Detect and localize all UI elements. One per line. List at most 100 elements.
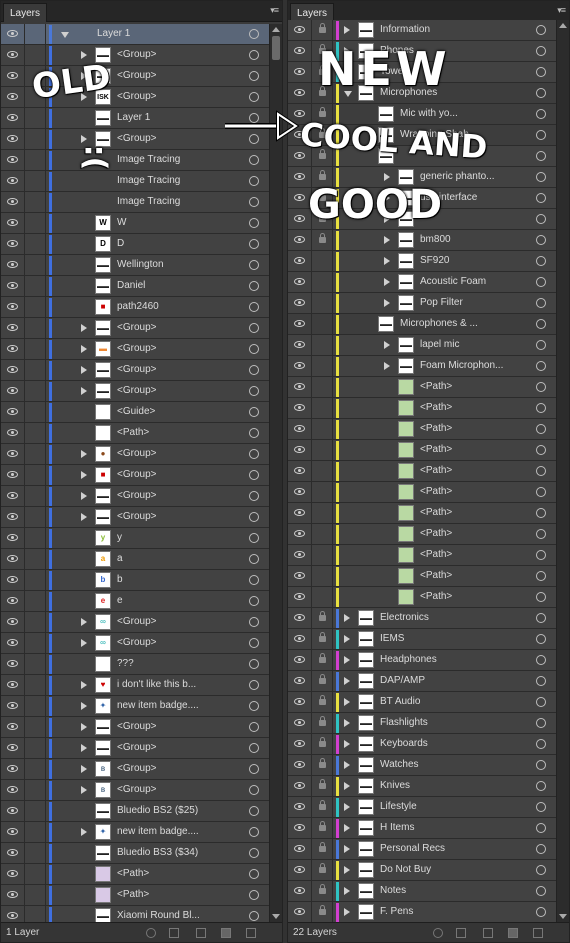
expand-arrow-icon[interactable]	[384, 173, 390, 181]
layer-row[interactable]: ▬▬ Do Not Buy	[288, 860, 556, 881]
target-circle-icon[interactable]	[249, 302, 259, 312]
layer-row[interactable]: ▬▬ Phones	[288, 41, 556, 62]
layer-name[interactable]: Bluedio BS3 ($34)	[117, 843, 198, 863]
expand-arrow-icon[interactable]	[344, 719, 350, 727]
layer-row[interactable]: ▬▬ <Group>	[1, 738, 269, 759]
layer-name[interactable]: BT Audio	[380, 692, 420, 712]
layer-name[interactable]: new item badge....	[117, 696, 199, 716]
layer-name[interactable]: Daniel	[117, 276, 145, 296]
scroll-down-icon[interactable]	[272, 914, 280, 919]
target-circle-icon[interactable]	[249, 428, 259, 438]
layer-row[interactable]: ▬▬ <Group>	[1, 45, 269, 66]
layer-row[interactable]: ▬▬ <Group>	[1, 381, 269, 402]
lock-toggle[interactable]	[312, 293, 333, 313]
target-circle-icon[interactable]	[249, 218, 259, 228]
target-circle-icon[interactable]	[249, 407, 259, 417]
layer-row[interactable]: ▬▬ SF920	[288, 251, 556, 272]
layer-name[interactable]: <Guide>	[117, 402, 155, 422]
visibility-toggle[interactable]	[288, 671, 312, 691]
lock-toggle[interactable]	[312, 755, 333, 775]
layer-name[interactable]: Image Tracing	[117, 192, 180, 212]
target-circle-icon[interactable]	[536, 319, 546, 329]
expand-arrow-icon[interactable]	[344, 47, 350, 55]
target-circle-icon[interactable]	[249, 29, 259, 39]
expand-arrow-icon[interactable]	[81, 135, 87, 143]
target-circle-icon[interactable]	[249, 554, 259, 564]
target-circle-icon[interactable]	[536, 340, 546, 350]
expand-arrow-icon[interactable]	[81, 387, 87, 395]
layer-name[interactable]: <Group>	[117, 717, 156, 737]
layer-name[interactable]: <Group>	[117, 318, 156, 338]
layer-row[interactable]: ▬▬ <Group>	[1, 507, 269, 528]
layer-name[interactable]: <Group>	[117, 444, 156, 464]
target-circle-icon[interactable]	[536, 46, 546, 56]
layer-row[interactable]: ▬▬ Mic with yo...	[288, 104, 556, 125]
locate-object-icon[interactable]	[433, 928, 443, 938]
visibility-toggle[interactable]	[288, 356, 312, 376]
visibility-toggle[interactable]	[1, 423, 25, 443]
visibility-toggle[interactable]	[1, 192, 25, 212]
target-circle-icon[interactable]	[249, 71, 259, 81]
target-circle-icon[interactable]	[249, 449, 259, 459]
expand-arrow-icon[interactable]	[81, 51, 87, 59]
target-circle-icon[interactable]	[249, 323, 259, 333]
lock-toggle[interactable]	[25, 297, 46, 317]
layer-name[interactable]: Microphones & ...	[400, 314, 478, 334]
layer-row[interactable]: <Path>	[288, 587, 556, 608]
layer-name[interactable]: Bluedio BS2 ($25)	[117, 801, 198, 821]
layer-row[interactable]: ▬▬ <Group>	[1, 717, 269, 738]
visibility-toggle[interactable]	[1, 612, 25, 632]
layer-name[interactable]: <Path>	[420, 524, 452, 544]
target-circle-icon[interactable]	[249, 365, 259, 375]
new-sublayer-icon[interactable]	[196, 928, 206, 938]
visibility-toggle[interactable]	[1, 843, 25, 863]
locate-object-icon[interactable]	[146, 928, 156, 938]
clipping-mask-icon[interactable]	[169, 928, 179, 938]
layer-row[interactable]: ▬▬ Keyboards	[288, 734, 556, 755]
expand-arrow-icon[interactable]	[344, 845, 350, 853]
layer-row[interactable]: ▬▬ Microphones	[288, 83, 556, 104]
visibility-toggle[interactable]	[288, 566, 312, 586]
layer-name[interactable]: Wrapping Shab...	[400, 125, 477, 145]
layer-name[interactable]: <Path>	[420, 587, 452, 607]
lock-toggle[interactable]	[25, 906, 46, 922]
visibility-toggle[interactable]	[1, 213, 25, 233]
layer-name[interactable]: Knives	[380, 776, 410, 796]
visibility-toggle[interactable]	[288, 482, 312, 502]
layer-row[interactable]: ▬▬ Flashlights	[288, 713, 556, 734]
visibility-toggle[interactable]	[288, 83, 312, 103]
target-circle-icon[interactable]	[536, 424, 546, 434]
layer-name[interactable]: Tower	[380, 62, 407, 82]
lock-toggle[interactable]	[25, 24, 46, 44]
layer-name[interactable]: <Group>	[117, 381, 156, 401]
target-circle-icon[interactable]	[536, 550, 546, 560]
left-scrollbar[interactable]	[269, 24, 282, 922]
visibility-toggle[interactable]	[1, 339, 25, 359]
layer-name[interactable]: H Items	[380, 818, 414, 838]
lock-toggle[interactable]	[25, 885, 46, 905]
target-circle-icon[interactable]	[249, 890, 259, 900]
lock-toggle[interactable]	[312, 314, 333, 334]
expand-arrow-icon[interactable]	[384, 236, 390, 244]
expand-arrow-icon[interactable]	[81, 618, 87, 626]
visibility-toggle[interactable]	[288, 608, 312, 628]
visibility-toggle[interactable]	[1, 87, 25, 107]
target-circle-icon[interactable]	[536, 88, 546, 98]
expand-arrow-icon[interactable]	[81, 366, 87, 374]
layer-row[interactable]: DD	[1, 234, 269, 255]
layer-name[interactable]: Image Tracing	[117, 150, 180, 170]
lock-toggle[interactable]	[25, 654, 46, 674]
layer-name[interactable]: <Path>	[420, 398, 452, 418]
scroll-down-icon[interactable]	[559, 914, 567, 919]
lock-toggle[interactable]	[25, 570, 46, 590]
layer-name[interactable]: b	[117, 570, 123, 590]
lock-toggle[interactable]	[312, 734, 333, 754]
target-circle-icon[interactable]	[536, 886, 546, 896]
lock-toggle[interactable]	[25, 717, 46, 737]
layer-name[interactable]: Watches	[380, 755, 419, 775]
layer-name[interactable]: Electronics	[380, 608, 429, 628]
expand-arrow-icon[interactable]	[81, 639, 87, 647]
layer-name[interactable]: Mic with yo...	[400, 104, 458, 124]
layer-row[interactable]: <Path>	[288, 524, 556, 545]
layer-name[interactable]: y	[117, 528, 122, 548]
